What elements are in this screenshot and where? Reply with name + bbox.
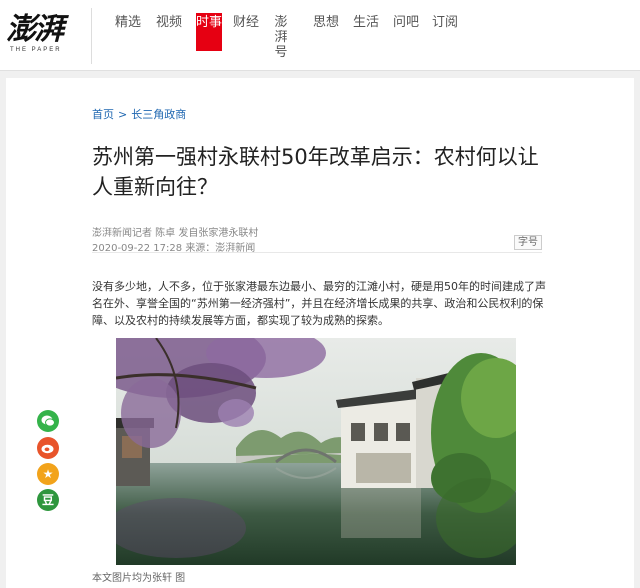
douban-share-button[interactable]: 豆 <box>37 489 59 511</box>
nav-item-jingxuan[interactable]: 精选 <box>115 15 141 30</box>
wechat-icon <box>41 415 55 430</box>
breadcrumb: 首页 > 长三角政商 <box>92 106 186 122</box>
photo-caption: 本文图片均为张轩 图 <box>92 573 186 584</box>
logo-text: 澎湃 <box>6 12 64 47</box>
nav-item-sixiang[interactable]: 思想 <box>313 15 339 30</box>
nav-item-shipin[interactable]: 视频 <box>156 15 182 30</box>
font-size-button[interactable]: 字号 <box>514 235 542 250</box>
nav-item-pengpaihao[interactable]: 澎湃号 <box>274 15 288 60</box>
article-title: 苏州第一强村永联村50年改革启示：农村何以让人重新向往？ <box>92 145 539 199</box>
breadcrumb-home[interactable]: 首页 <box>92 108 114 121</box>
top-navigation-bar: 澎湃 THE PAPER 精选 视频 时事 财经 澎湃号 思想 生活 问吧 订阅 <box>0 0 640 71</box>
logo-subtitle: THE PAPER <box>10 47 62 53</box>
nav-item-shishi[interactable]: 时事 <box>196 13 222 51</box>
article-byline: 澎湃新闻记者 陈卓 发自张家港永联村 <box>92 228 259 239</box>
canal-town-photo <box>116 338 516 565</box>
nav-item-dingyue[interactable]: 订阅 <box>432 15 458 30</box>
nav-divider <box>91 8 92 64</box>
site-logo[interactable]: 澎湃 THE PAPER <box>6 14 78 58</box>
breadcrumb-separator: > <box>118 108 128 121</box>
weibo-share-button[interactable] <box>37 437 59 459</box>
nav-item-wenba[interactable]: 问吧 <box>393 15 419 30</box>
article-card: 首页 > 长三角政商 苏州第一强村永联村50年改革启示：农村何以让人重新向往？ 澎湃… <box>6 78 634 588</box>
meta-divider <box>92 252 542 253</box>
wechat-share-button[interactable] <box>37 410 59 432</box>
star-icon: ★ <box>42 467 54 481</box>
douban-icon: 豆 <box>41 493 54 507</box>
favorite-button[interactable]: ★ <box>37 463 59 485</box>
article-paragraph: 没有多少地，人不多，位于张家港最东边最小、最穷的江滩小村，硬是用50年的时间建成… <box>92 280 546 327</box>
article-photo <box>116 338 516 565</box>
breadcrumb-section[interactable]: 长三角政商 <box>131 108 186 121</box>
nav-item-caijing[interactable]: 财经 <box>233 15 259 30</box>
weibo-icon <box>41 443 55 457</box>
nav-item-shenghuo[interactable]: 生活 <box>353 15 379 30</box>
